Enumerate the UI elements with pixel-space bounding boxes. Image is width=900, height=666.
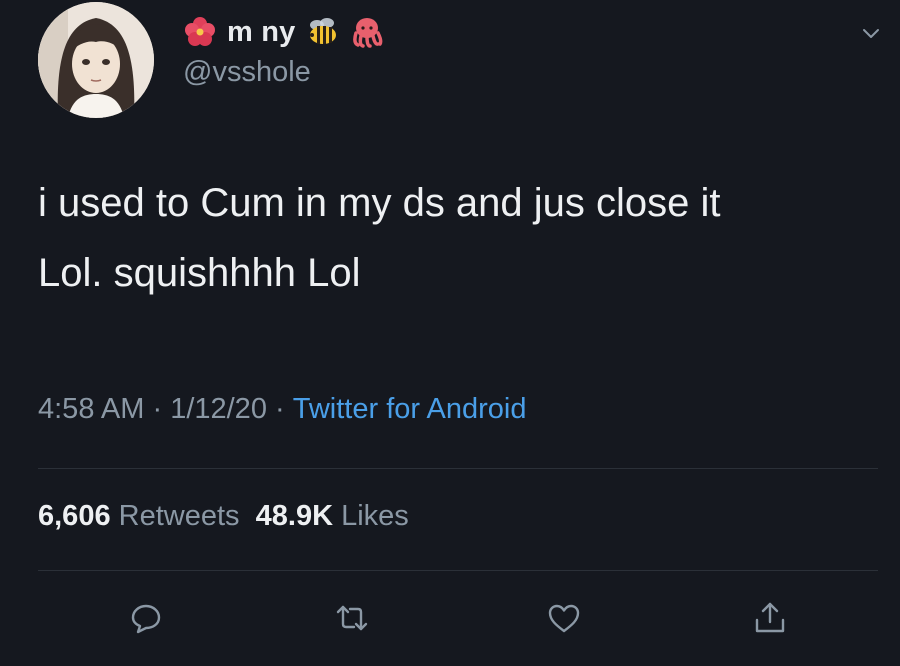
meta-separator: ·	[144, 393, 171, 425]
likes-label: Likes	[333, 500, 409, 532]
likes-stat[interactable]: 48.9K Likes	[256, 500, 409, 533]
octopus-icon	[350, 15, 384, 49]
tweet-date: 1/12/20	[170, 393, 267, 425]
divider	[38, 570, 878, 571]
retweet-icon[interactable]	[334, 600, 370, 636]
retweets-stat[interactable]: 6,606 Retweets	[38, 500, 240, 533]
bee-icon	[306, 15, 340, 49]
author-handle[interactable]: @vsshole	[183, 56, 311, 89]
meta-separator: ·	[266, 393, 293, 425]
action-bar	[0, 590, 900, 640]
retweets-label: Retweets	[110, 500, 240, 532]
hibiscus-icon	[183, 15, 217, 49]
tweet-time: 4:58 AM	[38, 393, 145, 425]
chevron-down-icon[interactable]	[860, 22, 882, 44]
tweet-text: i used to Cum in my ds and jus close it …	[38, 181, 721, 295]
display-name: m ny	[227, 15, 296, 48]
share-icon[interactable]	[752, 600, 788, 636]
tweet-meta: 4:58 AM · 1/12/20 · Twitter for Android	[38, 393, 526, 426]
author-name-row[interactable]: m ny	[183, 10, 384, 54]
likes-count: 48.9K	[255, 500, 334, 532]
reply-icon[interactable]	[128, 600, 164, 636]
divider	[38, 468, 878, 469]
tweet-source-link[interactable]: Twitter for Android	[293, 393, 527, 426]
like-icon[interactable]	[546, 600, 582, 636]
retweets-count: 6,606	[38, 500, 111, 532]
tweet-stats: 6,606 Retweets 48.9K Likes	[38, 500, 409, 533]
tweet: m ny @vsshole i used to Cum in my ds and…	[0, 0, 900, 666]
avatar[interactable]	[38, 2, 154, 118]
stats-gap	[240, 500, 256, 533]
avatar-image	[38, 2, 154, 118]
